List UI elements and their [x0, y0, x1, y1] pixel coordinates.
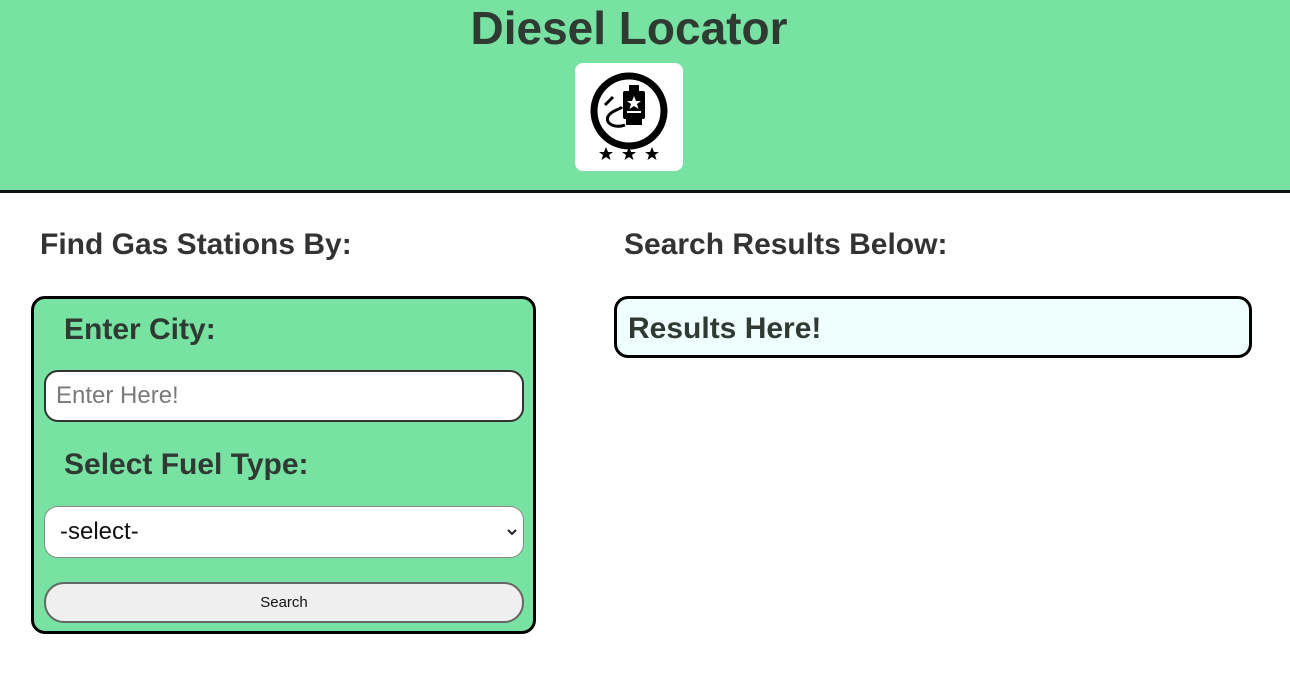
find-stations-heading: Find Gas Stations By:: [40, 228, 352, 261]
results-panel: Results Here!: [614, 296, 1252, 358]
site-title: Diesel Locator: [470, 2, 788, 54]
fuel-type-select[interactable]: -select-: [44, 506, 524, 558]
search-form-panel: Enter City: Select Fuel Type: -select- S…: [31, 296, 536, 634]
city-label: Enter City:: [64, 313, 216, 346]
fuel-type-label: Select Fuel Type:: [64, 448, 309, 481]
results-heading: Search Results Below:: [624, 228, 948, 261]
fuel-can-badge-icon: [590, 72, 668, 160]
city-input[interactable]: [44, 370, 524, 422]
logo: [575, 63, 683, 171]
fuel-type-selected-value: -select-: [60, 518, 139, 545]
page-header: Diesel Locator: [0, 0, 1290, 193]
chevron-down-icon: [507, 529, 517, 536]
results-placeholder-text: Results Here!: [628, 312, 822, 345]
search-button[interactable]: Search: [44, 582, 524, 623]
